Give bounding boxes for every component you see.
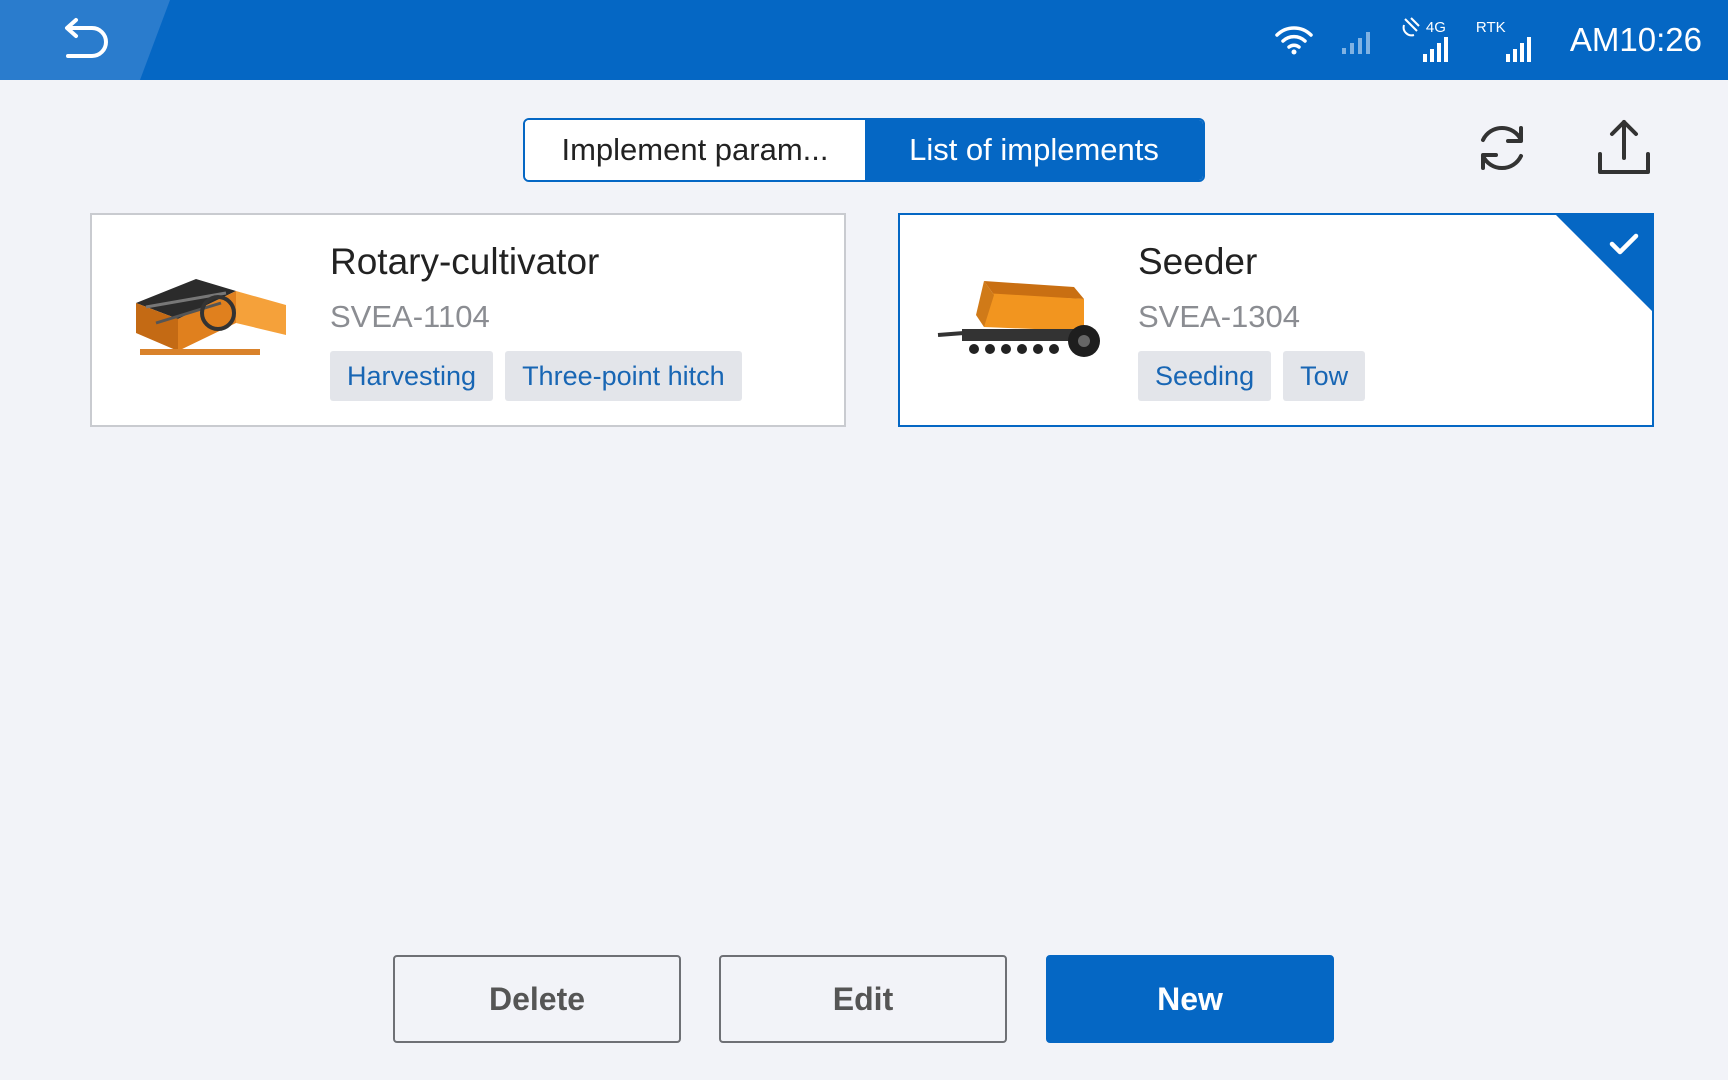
back-arrow-icon <box>65 18 108 58</box>
satellite-icon <box>1402 17 1420 37</box>
implement-tags: Harvesting Three-point hitch <box>330 351 742 401</box>
clock: AM10:26 <box>1569 21 1702 58</box>
status-bar: 4G RTK AM10:26 <box>0 0 1728 80</box>
refresh-icon <box>1481 126 1523 170</box>
view-tabs: Implement param... List of implements <box>523 118 1205 182</box>
edit-button[interactable]: Edit <box>719 955 1007 1043</box>
export-button[interactable] <box>1592 116 1656 180</box>
rotary-cultivator-image <box>126 253 296 383</box>
implement-card-rotary-cultivator[interactable]: Rotary-cultivator SVEA-1104 Harvesting T… <box>90 213 846 427</box>
tag-tow: Tow <box>1283 351 1366 401</box>
implement-name: Seeder <box>1138 241 1258 282</box>
tag-three-point-hitch: Three-point hitch <box>505 351 742 401</box>
status-icons: 4G RTK AM10:26 <box>1274 0 1702 80</box>
check-icon <box>1609 233 1639 255</box>
implement-tags: Seeding Tow <box>1138 351 1366 401</box>
tag-harvesting: Harvesting <box>330 351 494 401</box>
implement-model: SVEA-1104 <box>330 299 490 334</box>
upload-icon <box>1598 120 1650 174</box>
implement-name: Rotary-cultivator <box>330 241 600 282</box>
back-button[interactable] <box>0 0 170 80</box>
refresh-button[interactable] <box>1470 116 1534 180</box>
tag-seeding: Seeding <box>1138 351 1272 401</box>
cell-signal-icon <box>1340 24 1376 56</box>
rtk-label: RTK <box>1475 19 1506 36</box>
rtk-signal-icon <box>1422 37 1448 62</box>
seeder-image <box>934 253 1104 383</box>
delete-button[interactable]: Delete <box>393 955 681 1043</box>
wifi-icon <box>1274 24 1314 56</box>
tab-implement-params[interactable]: Implement param... <box>525 120 865 180</box>
satellite-signal: 4G <box>1402 16 1450 64</box>
implement-model: SVEA-1304 <box>1138 299 1300 334</box>
rtk-signal: RTK <box>1476 16 1538 64</box>
implement-card-seeder[interactable]: Seeder SVEA-1304 Seeding Tow <box>898 213 1654 427</box>
rtk-signal-icon <box>1505 37 1531 62</box>
selected-indicator <box>1556 215 1652 311</box>
network-label: 4G <box>1425 19 1446 36</box>
new-button[interactable]: New <box>1046 955 1334 1043</box>
tab-list-of-implements[interactable]: List of implements <box>865 120 1203 180</box>
